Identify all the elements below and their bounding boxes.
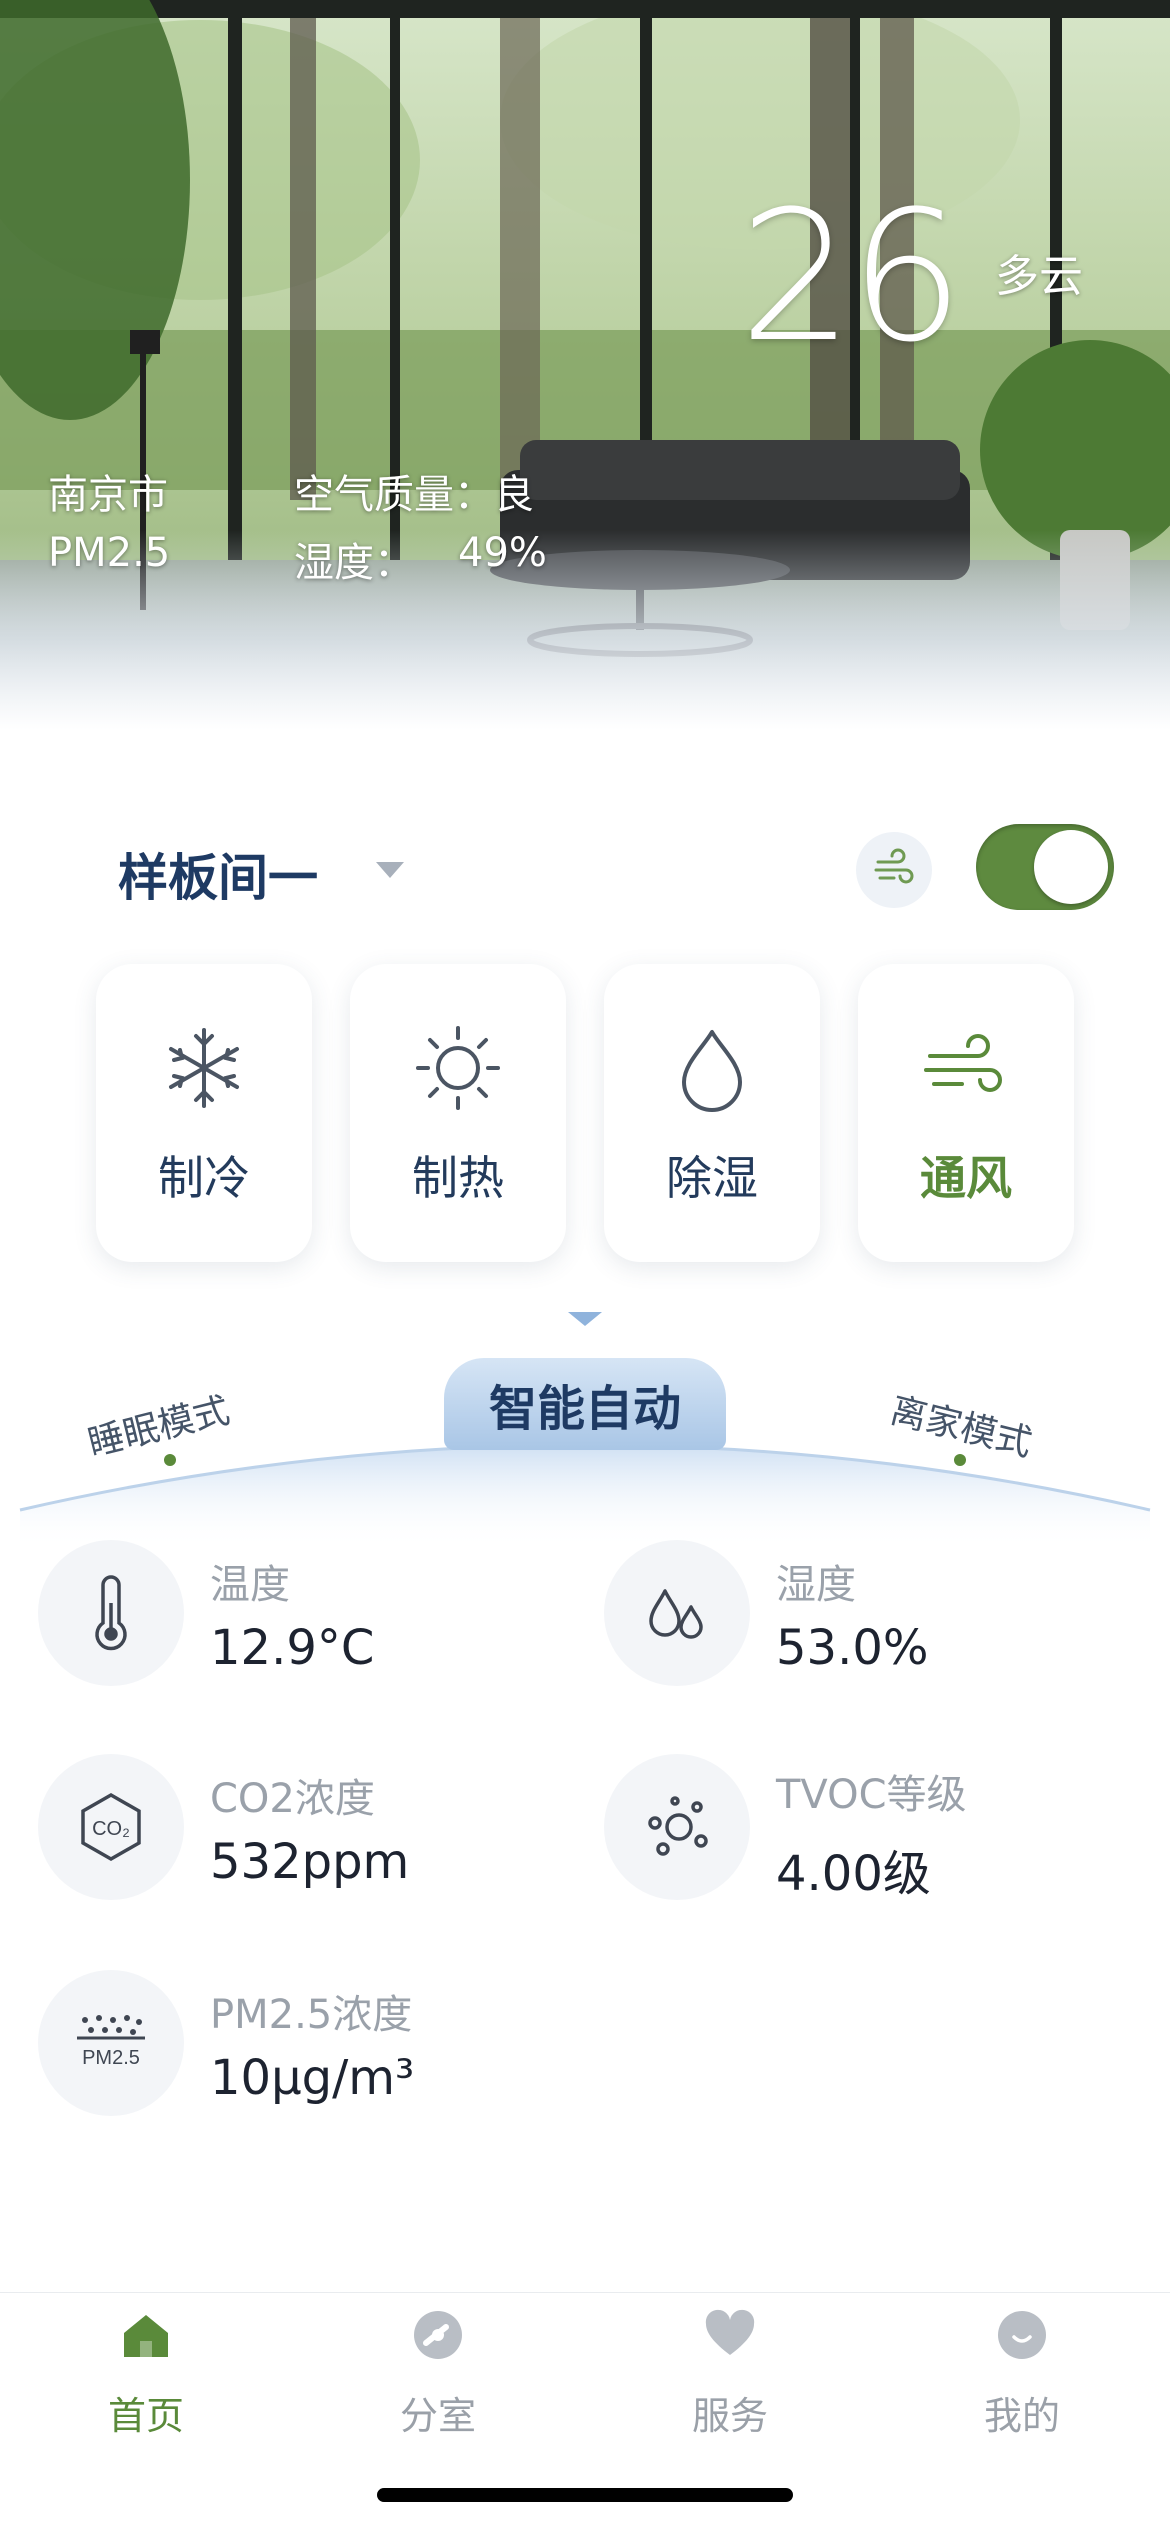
mode-cool-button[interactable]: 制冷	[96, 964, 312, 1262]
sun-icon	[416, 1026, 500, 1110]
snowflake-icon	[169, 1028, 239, 1108]
tab-label: 分室	[399, 2394, 476, 2438]
pm25-icon: PM2.5	[38, 1970, 184, 2116]
room-selector[interactable]: 样板间一	[118, 838, 318, 910]
wind-icon	[874, 848, 914, 884]
sensor-value: 53.0%	[776, 1620, 929, 1676]
outdoor-humidity-label: 湿度：	[294, 540, 414, 586]
sensor-label: TVOC等级	[776, 1772, 967, 1818]
mode-heat-button[interactable]: 制热	[350, 964, 566, 1262]
fan-status-icon[interactable]	[856, 832, 932, 908]
sensor-value: 4.00级	[776, 1846, 931, 1902]
weather-condition: 多云	[995, 251, 1083, 302]
outdoor-humidity-value: 49%	[458, 530, 547, 576]
home-icon	[124, 2315, 168, 2357]
hero-fade	[0, 530, 1170, 730]
scene-pointer-icon	[568, 1312, 602, 1326]
outdoor-temperature: 26	[738, 173, 964, 382]
room-icon	[414, 2311, 462, 2359]
tvoc-bubbles-icon	[604, 1754, 750, 1900]
wind-icon	[924, 1034, 1002, 1092]
sensor-label: 湿度	[776, 1562, 856, 1608]
hero-banner: 26 多云 南京市 PM2.5 空气质量：良 湿度： 49%	[0, 0, 1170, 730]
humidity-drops-icon	[604, 1540, 750, 1686]
tab-label: 服务	[691, 2394, 768, 2438]
mode-label: 制冷	[158, 1151, 250, 1205]
mode-label: 通风	[920, 1151, 1012, 1205]
sensor-label: CO2浓度	[210, 1776, 375, 1822]
sensor-value: 532ppm	[210, 1834, 410, 1890]
svg-text:CO₂: CO₂	[92, 1818, 130, 1840]
thermometer-icon	[38, 1540, 184, 1686]
caret-down-icon[interactable]	[376, 862, 404, 878]
home-indicator[interactable]	[377, 2488, 793, 2502]
co2-icon: CO₂	[38, 1754, 184, 1900]
mode-dehumidify-button[interactable]: 除湿	[604, 964, 820, 1262]
power-toggle[interactable]	[976, 824, 1114, 910]
tab-home[interactable]: 首页	[0, 2293, 292, 2463]
air-quality: 空气质量：良	[294, 472, 534, 518]
tab-service[interactable]: 服务	[584, 2293, 876, 2463]
toggle-knob	[1034, 830, 1108, 904]
tab-rooms[interactable]: 分室	[292, 2293, 584, 2463]
droplet-icon	[682, 1030, 742, 1112]
profile-icon	[998, 2311, 1046, 2359]
tab-profile[interactable]: 我的	[876, 2293, 1168, 2463]
mode-label: 除湿	[666, 1151, 758, 1205]
heart-icon	[705, 2309, 755, 2355]
svg-text:PM2.5: PM2.5	[82, 2047, 140, 2069]
pm25-label: PM2.5	[48, 530, 171, 576]
city-name: 南京市	[48, 472, 168, 518]
mode-selector: 制冷 制热 除湿 通风	[96, 964, 1076, 1264]
mode-label: 制热	[412, 1151, 504, 1205]
sensor-label: 温度	[210, 1562, 290, 1608]
sensor-value: 12.9°C	[210, 1620, 375, 1676]
scene-current-button[interactable]: 智能自动	[444, 1358, 726, 1450]
sensor-value: 10μg/m³	[210, 2050, 415, 2106]
mode-ventilate-button[interactable]: 通风	[858, 964, 1074, 1262]
tab-label: 我的	[983, 2394, 1060, 2438]
tab-label: 首页	[107, 2394, 184, 2438]
sensor-label: PM2.5浓度	[210, 1992, 413, 2038]
